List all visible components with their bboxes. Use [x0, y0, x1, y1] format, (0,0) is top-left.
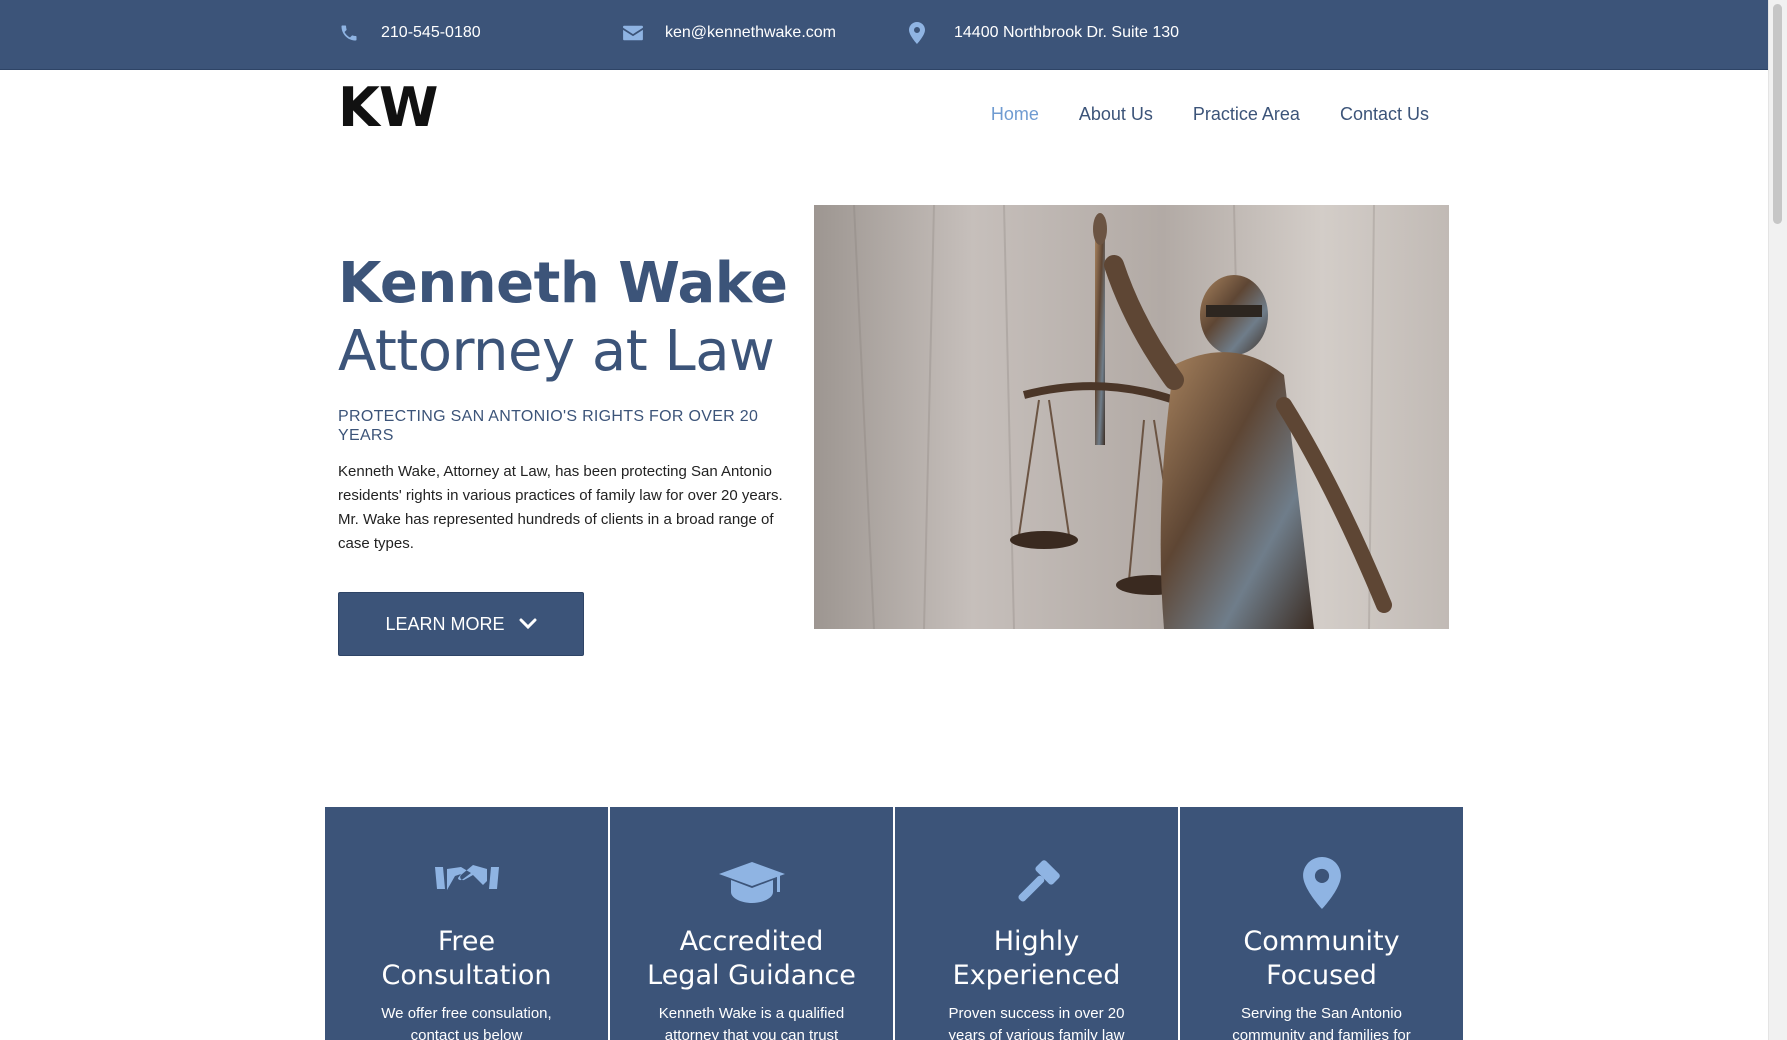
nav-contact-us[interactable]: Contact Us [1340, 100, 1429, 128]
top-contact-bar: 210-545-0180 ken@kennethwake.com 14400 N… [0, 0, 1787, 70]
envelope-icon [622, 22, 644, 44]
feature-title-line1: Community [1243, 926, 1400, 957]
address-text: 14400 Northbrook Dr. Suite 130 [954, 24, 1180, 41]
feature-description: Serving the San Antonio community and fa… [1232, 1005, 1411, 1040]
site-logo[interactable]: KW [338, 78, 438, 138]
scrollbar-thumb[interactable] [1773, 4, 1782, 224]
feature-description: Proven success in over 20 years of vario… [948, 1005, 1125, 1040]
hero-title-name: Kenneth Wake [338, 251, 788, 316]
email-address: ken@kennethwake.com [665, 24, 836, 41]
email-info[interactable]: ken@kennethwake.com [622, 18, 836, 48]
feature-card-accredited: Accredited Legal Guidance Kenneth Wake i… [610, 807, 893, 1040]
feature-title: Free Consultation [325, 925, 608, 993]
feature-title-line1: Highly [993, 926, 1080, 957]
feature-description: Kenneth Wake is a qualified attorney tha… [658, 1005, 845, 1040]
feature-title-line2: Consultation [381, 960, 552, 991]
feature-title-line2: Experienced [952, 960, 1121, 991]
chevron-down-icon [519, 618, 537, 630]
nav-about-us[interactable]: About Us [1079, 100, 1153, 128]
hero-subtitle: PROTECTING SAN ANTONIO'S RIGHTS FOR OVER… [338, 408, 759, 444]
gavel-icon [1002, 855, 1072, 911]
learn-more-label: LEARN MORE [385, 613, 505, 634]
features-section: Free Consultation We offer free consulat… [325, 807, 1463, 1040]
feature-card-consultation: Free Consultation We offer free consulat… [325, 807, 608, 1040]
feature-card-experienced: Highly Experienced Proven success in ove… [895, 807, 1178, 1040]
feature-title: Accredited Legal Guidance [610, 925, 893, 993]
feature-title: Community Focused [1180, 925, 1463, 993]
nav-practice-area[interactable]: Practice Area [1193, 100, 1300, 128]
feature-title-line2: Focused [1266, 960, 1377, 991]
graduation-cap-icon [717, 855, 787, 911]
feature-title-line2: Legal Guidance [647, 960, 856, 991]
feature-title: Highly Experienced [895, 925, 1178, 993]
map-pin-icon [906, 22, 928, 44]
phone-icon [338, 22, 360, 44]
feature-card-community: Community Focused Serving the San Antoni… [1180, 807, 1463, 1040]
main-nav: Home About Us Practice Area Contact Us [991, 100, 1429, 128]
page: 210-545-0180 ken@kennethwake.com 14400 N… [0, 0, 1787, 1040]
address-info[interactable]: 14400 Northbrook Dr. Suite 130 [906, 18, 1179, 48]
feature-title-line1: Free [437, 926, 496, 957]
lady-justice-image [814, 205, 1449, 629]
feature-title-line1: Accredited [679, 926, 824, 957]
phone-info[interactable]: 210-545-0180 [338, 18, 481, 48]
hero-title-role: Attorney at Law [338, 319, 775, 384]
map-marker-icon [1287, 855, 1357, 911]
nav-home[interactable]: Home [991, 100, 1039, 128]
learn-more-button[interactable]: LEARN MORE [338, 592, 584, 656]
hero-description: Kenneth Wake, Attorney at Law, has been … [338, 463, 783, 552]
handshake-icon [432, 855, 502, 911]
phone-number: 210-545-0180 [381, 24, 481, 41]
feature-description: We offer free consulation, contact us be… [381, 1005, 552, 1040]
page-scrollbar[interactable] [1768, 0, 1787, 1040]
hero-title: Kenneth Wake Attorney at Law [338, 250, 788, 386]
